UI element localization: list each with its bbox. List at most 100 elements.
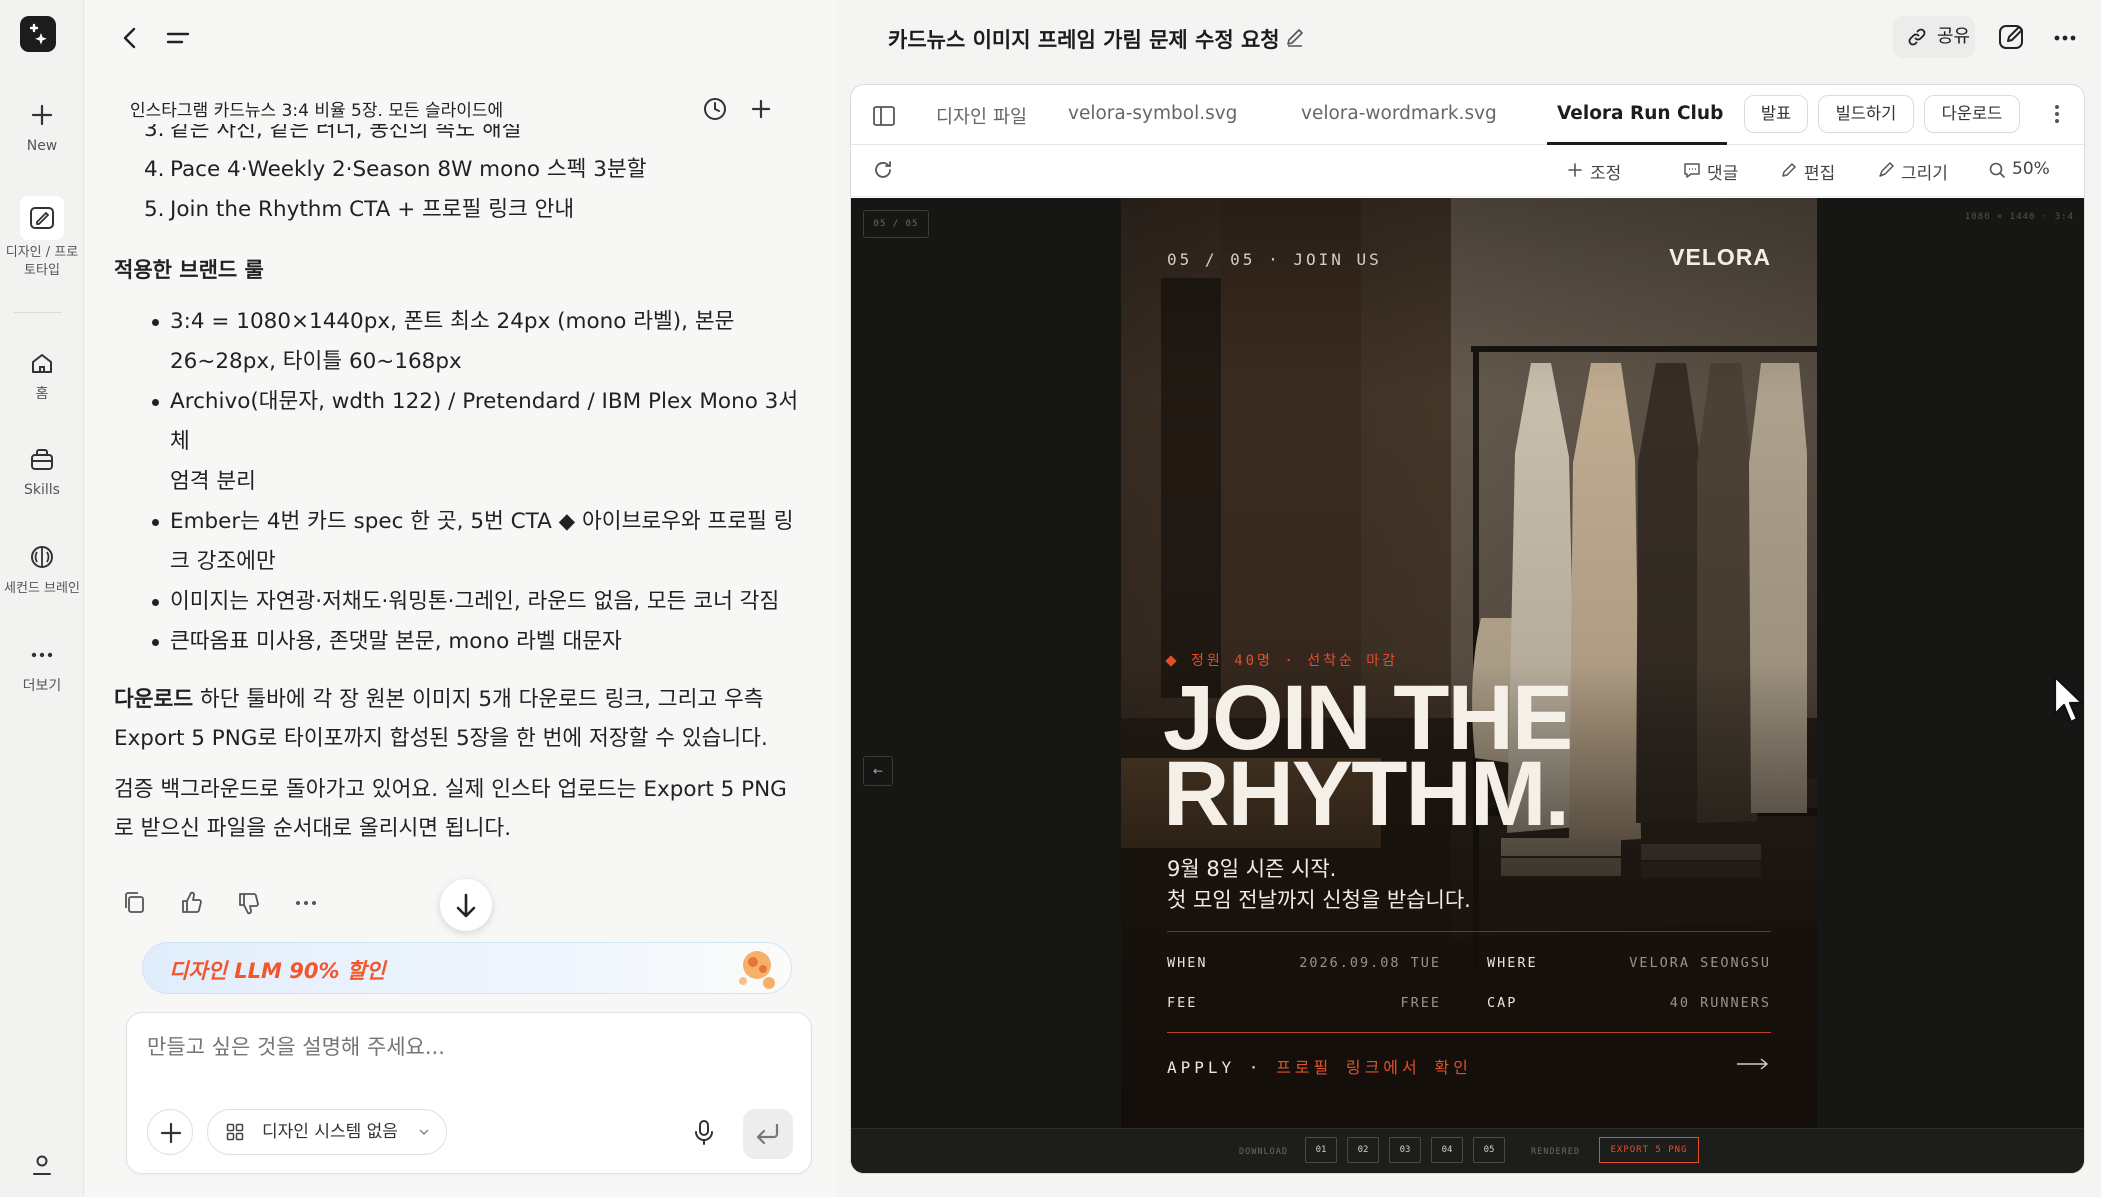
export-png-button[interactable]: EXPORT 5 PNG (1599, 1137, 1699, 1163)
tab-velora-wordmark[interactable]: velora-wordmark.svg (1301, 103, 1497, 124)
rail-second-brain[interactable]: 세컨드 브레인 (0, 542, 84, 597)
rail-design-label: 디자인 / 프로 토타입 (5, 245, 79, 278)
more-dots-icon (31, 652, 53, 658)
details-row: FEE FREE CAP 40 RUNNERS (1167, 995, 1771, 1011)
rail-home[interactable]: 홈 (0, 348, 84, 403)
apply-cta: APPLY · 프로필 링크에서 확인 (1167, 1058, 1472, 1077)
download-slide-02[interactable]: 02 (1347, 1137, 1379, 1163)
copy-icon[interactable] (120, 888, 150, 918)
share-label: 공유 (1937, 26, 1971, 47)
brush-icon (1879, 162, 1894, 177)
canvas-toolbar: 조정 댓글 편집 그리기 50% (851, 145, 2084, 197)
draw-tool[interactable]: 그리기 (1877, 159, 1948, 184)
list-item: 큰따옴표 미사용, 존댓말 본문, mono 라벨 대문자 (152, 622, 804, 662)
arrow-down-icon (456, 893, 476, 918)
chat-panel: 인스타그램 카드뉴스 3:4 비율 5장. 모든 슬라이드에 3. 같은 사진, … (84, 0, 836, 1197)
scroll-down-button[interactable] (440, 879, 492, 931)
brain-icon (31, 546, 53, 568)
download-slide-04[interactable]: 04 (1431, 1137, 1463, 1163)
slide-index-badge: 05 / 05 (863, 210, 929, 238)
comment-tool[interactable]: 댓글 (1683, 159, 1738, 184)
refresh-icon[interactable] (871, 158, 895, 182)
plus-icon (160, 1122, 182, 1144)
diamond-icon (1165, 655, 1177, 667)
rail-home-label: 홈 (35, 386, 49, 402)
slide-counter: 05 / 05 · JOIN US (1167, 250, 1382, 269)
user-icon (33, 1155, 51, 1175)
accent-divider (1167, 1032, 1771, 1033)
comment-icon (1684, 163, 1700, 178)
design-system-selector[interactable]: 디자인 시스템 없음 (207, 1109, 447, 1155)
message-actions (120, 888, 343, 918)
slide-subtext: 9월 8일 시즌 시작. 첫 모임 전날까지 신청을 받습니다. (1167, 857, 1471, 912)
microphone-icon[interactable] (689, 1117, 719, 1147)
pencil-icon (1782, 163, 1796, 177)
file-tabbar: 디자인 파일 velora-symbol.svg velora-wordmark… (851, 85, 2084, 145)
event-details: WHEN 2026.09.08 TUE WHERE VELORA SEONGSU… (1167, 943, 1771, 1023)
skills-icon (31, 449, 53, 470)
pencil-icon[interactable] (1284, 26, 1306, 48)
download-slide-05[interactable]: 05 (1473, 1137, 1505, 1163)
promo-banner[interactable]: 디자인 LLM 90% 할인 (142, 942, 792, 994)
brand-rules-list: 3:4 = 1080×1440px, 폰트 최소 24px (mono 라벨),… (114, 302, 804, 662)
rules-heading: 적용한 브랜드 룰 (114, 258, 264, 282)
download-slide-01[interactable]: 01 (1305, 1137, 1337, 1163)
thumbs-up-icon[interactable] (177, 888, 207, 918)
zoom-icon (1989, 162, 2005, 178)
slide-headline: JOIN THE RHYTHM. (1163, 667, 1573, 845)
link-icon (1908, 28, 1926, 46)
divider (1167, 931, 1771, 932)
more-actions-icon[interactable] (291, 888, 321, 918)
kebab-menu-icon[interactable] (2047, 99, 2067, 129)
send-button[interactable] (743, 1109, 793, 1159)
prev-slide-button[interactable]: ← (863, 756, 893, 786)
grid-icon (226, 1123, 244, 1141)
rail-new[interactable]: New (0, 100, 84, 155)
present-button[interactable]: 발표 (1744, 95, 1808, 133)
back-icon[interactable] (114, 22, 146, 54)
tab-velora-run-club[interactable]: Velora Run Club Ca (1557, 103, 1725, 124)
tab-design-files[interactable]: 디자인 파일 (936, 103, 1027, 129)
list-item: Ember는 4번 카드 spec 한 곳, 5번 CTA ◆ 아이브로우와 프… (152, 502, 804, 582)
enter-arrow-icon (756, 1123, 779, 1145)
new-chat-plus-icon[interactable] (748, 96, 774, 122)
download-button[interactable]: 다운로드 (1924, 95, 2020, 133)
download-slide-03[interactable]: 03 (1389, 1137, 1421, 1163)
attach-button[interactable] (147, 1109, 193, 1155)
design-icon (30, 207, 54, 229)
list-item: Archivo(대문자, wdth 122) / Pretendard / IB… (152, 382, 804, 502)
rendered-label: RENDERED (1531, 1147, 1580, 1157)
adjust-tool[interactable]: 조정 (1566, 159, 1621, 184)
design-canvas[interactable]: 05 / 05 1080 × 1440 · 3:4 ← 05 / 05 · JO… (851, 198, 2084, 1173)
rail-profile[interactable] (0, 1150, 84, 1188)
rail-skills[interactable]: Skills (0, 444, 84, 499)
plus-icon (1568, 163, 1582, 177)
list-item: 4. Pace 4·Weekly 2·Season 8W mono 스펙 3분할 (144, 157, 647, 182)
edit-tool[interactable]: 편집 (1780, 159, 1835, 184)
more-options-icon[interactable] (2049, 24, 2081, 52)
zoom-control[interactable]: 50% (1988, 159, 2050, 179)
slide-outline-list: 3. 같은 사진, 같은 러너, 동선의 속도 해설 4. Pace 4·Weekl… (114, 124, 804, 230)
sidebar-toggle-icon[interactable] (871, 103, 897, 129)
canvas-download-bar: DOWNLOAD 01 02 03 04 05 RENDERED EXPORT … (851, 1128, 2084, 1173)
build-button[interactable]: 빌드하기 (1818, 95, 1914, 133)
rail-new-label: New (26, 138, 58, 154)
page-title[interactable]: 카드뉴스 이미지 프레임 가림 문제 수정 요청 (888, 24, 1280, 54)
history-clock-icon[interactable] (702, 96, 728, 122)
app-logo-icon[interactable] (20, 16, 56, 52)
list-item: 3. 같은 사진, 같은 러너, 동선의 속도 해설 (144, 124, 522, 142)
share-button[interactable]: 공유 (1893, 16, 1975, 58)
download-paragraph: 다운로드 하단 툴바에 각 장 원본 이미지 5개 다운로드 링크, 그리고 우… (114, 687, 768, 751)
prompt-input[interactable] (147, 1035, 787, 1059)
rail-more[interactable]: 더보기 (0, 640, 84, 695)
rail-design[interactable]: 디자인 / 프로 토타입 (0, 196, 84, 280)
slide-card[interactable]: 05 / 05 · JOIN US VELORA 정원 40명 · 선착순 마감… (1121, 198, 1817, 1128)
thumbs-down-icon[interactable] (234, 888, 264, 918)
menu-icon[interactable] (162, 22, 194, 54)
compose-icon[interactable] (1995, 20, 2029, 54)
promo-decoration-icon (739, 951, 775, 989)
tab-velora-symbol[interactable]: velora-symbol.svg (1068, 103, 1237, 124)
list-item: 3:4 = 1080×1440px, 폰트 최소 24px (mono 라벨),… (152, 302, 804, 382)
download-label: DOWNLOAD (1239, 1147, 1288, 1157)
plus-icon (31, 104, 53, 126)
